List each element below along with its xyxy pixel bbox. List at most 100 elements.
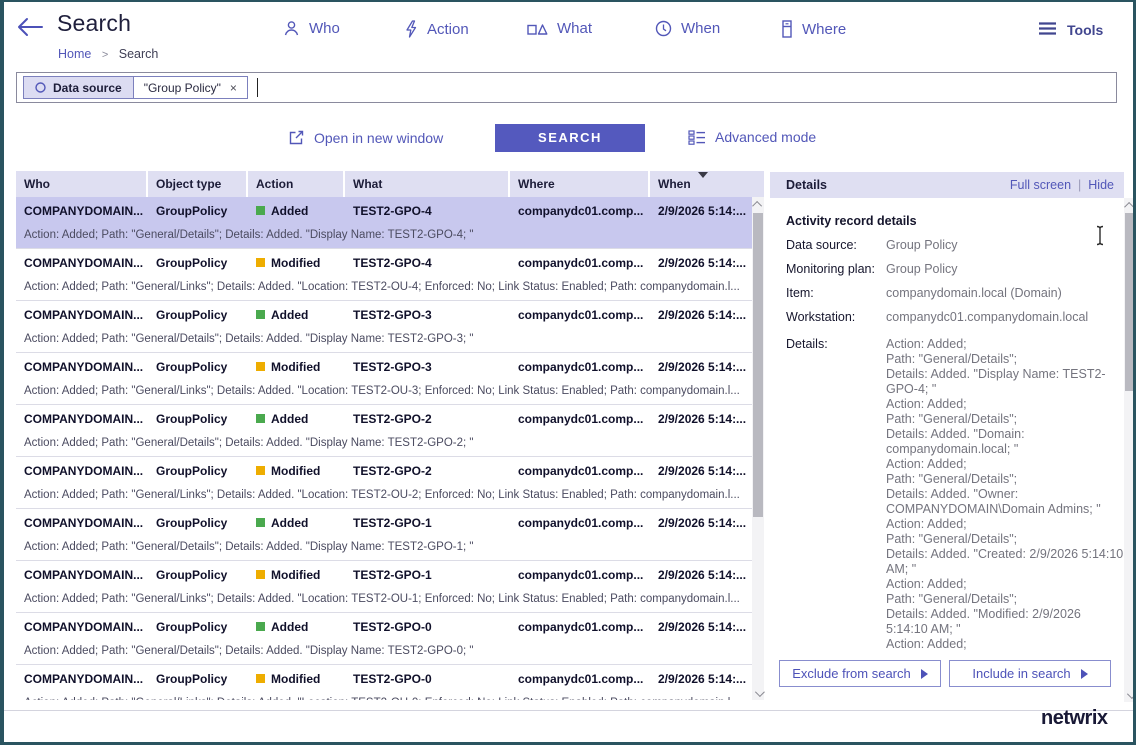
column-header-object-type[interactable]: Object type — [148, 171, 248, 197]
table-row[interactable]: COMPANYDOMAIN...GroupPolicyAddedTEST2-GP… — [16, 509, 752, 561]
include-in-search-button[interactable]: Include in search — [949, 660, 1111, 687]
cell-where: companydc01.comp... — [510, 204, 650, 218]
nav-item-when[interactable]: When — [655, 20, 720, 37]
table-row[interactable]: COMPANYDOMAIN...GroupPolicyAddedTEST2-GP… — [16, 197, 752, 249]
cell-object-type: GroupPolicy — [148, 620, 248, 634]
cell-where: companydc01.comp... — [510, 568, 650, 582]
window-border — [0, 0, 4, 745]
filter-chip: Data source "Group Policy" × — [23, 76, 248, 99]
details-field-label: Workstation: — [786, 310, 886, 324]
column-header-when[interactable]: When — [650, 171, 764, 197]
cell-who: COMPANYDOMAIN... — [16, 516, 148, 530]
open-in-new-window-label: Open in new window — [314, 130, 443, 146]
nav-item-who[interactable]: Who — [283, 20, 340, 37]
cell-what: TEST2-GPO-4 — [345, 204, 510, 218]
advanced-mode-link[interactable]: Advanced mode — [688, 129, 816, 145]
details-field-label: Details: — [786, 337, 886, 351]
row-detail-summary: Action: Added; Path: "General/Details"; … — [16, 640, 752, 664]
details-field-value: companydc01.companydomain.local — [886, 310, 1124, 324]
details-section-title: Activity record details — [786, 214, 917, 228]
row-detail-summary: Action: Added; Path: "General/Details"; … — [16, 328, 752, 352]
cell-action: Added — [248, 308, 345, 322]
nav-item-what[interactable]: What — [527, 20, 592, 37]
cell-where: companydc01.comp... — [510, 412, 650, 426]
back-button[interactable] — [16, 16, 46, 38]
cell-action: Modified — [248, 568, 345, 582]
cell-where: companydc01.comp... — [510, 464, 650, 478]
nav-item-action[interactable]: Action — [404, 20, 469, 38]
cell-when: 2/9/2026 5:14:... — [650, 672, 752, 686]
search-input[interactable]: Data source "Group Policy" × — [16, 72, 1117, 103]
cell-who: COMPANYDOMAIN... — [16, 672, 148, 686]
cell-when: 2/9/2026 5:14:... — [650, 568, 752, 582]
row-detail-summary: Action: Added; Path: "General/Details"; … — [16, 224, 752, 248]
cell-where: companydc01.comp... — [510, 672, 650, 686]
cell-what: TEST2-GPO-4 — [345, 256, 510, 270]
exclude-from-search-button[interactable]: Exclude from search — [779, 660, 941, 687]
cell-who: COMPANYDOMAIN... — [16, 412, 148, 426]
modified-status-icon — [256, 570, 265, 579]
cell-when: 2/9/2026 5:14:... — [650, 360, 752, 374]
search-button[interactable]: SEARCH — [495, 124, 645, 152]
tools-button[interactable]: Tools — [1038, 21, 1103, 39]
table-row[interactable]: COMPANYDOMAIN...GroupPolicyModifiedTEST2… — [16, 457, 752, 509]
scroll-up-icon[interactable] — [752, 197, 764, 211]
column-header-what[interactable]: What — [345, 171, 510, 197]
full-screen-link[interactable]: Full screen — [1010, 178, 1071, 192]
cell-where: companydc01.comp... — [510, 360, 650, 374]
open-in-new-window-link[interactable]: Open in new window — [288, 129, 443, 146]
play-icon — [921, 669, 928, 679]
cell-object-type: GroupPolicy — [148, 412, 248, 426]
table-row[interactable]: COMPANYDOMAIN...GroupPolicyModifiedTEST2… — [16, 665, 752, 700]
advanced-mode-label: Advanced mode — [715, 129, 816, 145]
cell-when: 2/9/2026 5:14:... — [650, 308, 752, 322]
breadcrumb-home[interactable]: Home — [58, 47, 91, 61]
cell-what: TEST2-GPO-1 — [345, 568, 510, 582]
menu-icon — [1038, 21, 1057, 39]
play-icon — [1081, 669, 1088, 679]
details-field-row: Details: — [786, 337, 886, 351]
nav-label: Action — [427, 21, 469, 38]
details-field-label: Item: — [786, 286, 886, 300]
breadcrumb-separator: > — [102, 49, 108, 61]
cell-who: COMPANYDOMAIN... — [16, 360, 148, 374]
table-row[interactable]: COMPANYDOMAIN...GroupPolicyAddedTEST2-GP… — [16, 301, 752, 353]
details-field-row: Data source:Group Policy — [786, 238, 1124, 252]
column-header-where[interactable]: Where — [510, 171, 650, 197]
scroll-down-icon[interactable] — [752, 686, 764, 700]
hide-link[interactable]: Hide — [1088, 178, 1114, 192]
table-scrollbar-thumb[interactable] — [753, 213, 763, 517]
cell-action: Modified — [248, 672, 345, 686]
row-detail-summary: Action: Added; Path: "General/Links"; De… — [16, 484, 752, 508]
cell-object-type: GroupPolicy — [148, 464, 248, 478]
table-row[interactable]: COMPANYDOMAIN...GroupPolicyAddedTEST2-GP… — [16, 405, 752, 457]
modified-status-icon — [256, 258, 265, 267]
row-detail-summary: Action: Added; Path: "General/Details"; … — [16, 536, 752, 560]
table-row[interactable]: COMPANYDOMAIN...GroupPolicyModifiedTEST2… — [16, 249, 752, 301]
added-status-icon — [256, 414, 265, 423]
table-row[interactable]: COMPANYDOMAIN...GroupPolicyModifiedTEST2… — [16, 561, 752, 613]
details-field-row: Item:companydomain.local (Domain) — [786, 286, 1124, 300]
app-window: Search Home > Search WhoActionWhatWhenWh… — [0, 0, 1136, 745]
filter-chip-category[interactable]: Data source — [24, 77, 134, 98]
filter-chip-value[interactable]: "Group Policy" × — [134, 77, 247, 98]
column-header-action[interactable]: Action — [248, 171, 345, 197]
cell-who: COMPANYDOMAIN... — [16, 256, 148, 270]
nav-item-where[interactable]: Where — [781, 20, 846, 38]
breadcrumb: Home > Search — [58, 47, 158, 61]
chip-remove-icon[interactable]: × — [230, 81, 237, 95]
cell-where: companydc01.comp... — [510, 256, 650, 270]
added-status-icon — [256, 518, 265, 527]
table-scrollbar[interactable] — [752, 197, 764, 700]
details-value: Action: Added; Path: "General/Details"; … — [886, 337, 1124, 652]
table-row[interactable]: COMPANYDOMAIN...GroupPolicyAddedTEST2-GP… — [16, 613, 752, 665]
cell-when: 2/9/2026 5:14:... — [650, 412, 752, 426]
modified-status-icon — [256, 466, 265, 475]
tools-label: Tools — [1067, 22, 1103, 38]
column-header-who[interactable]: Who — [16, 171, 148, 197]
table-row[interactable]: COMPANYDOMAIN...GroupPolicyModifiedTEST2… — [16, 353, 752, 405]
row-detail-summary: Action: Added; Path: "General/Links"; De… — [16, 692, 752, 700]
cell-who: COMPANYDOMAIN... — [16, 464, 148, 478]
details-link-separator: | — [1078, 178, 1081, 192]
cell-object-type: GroupPolicy — [148, 568, 248, 582]
